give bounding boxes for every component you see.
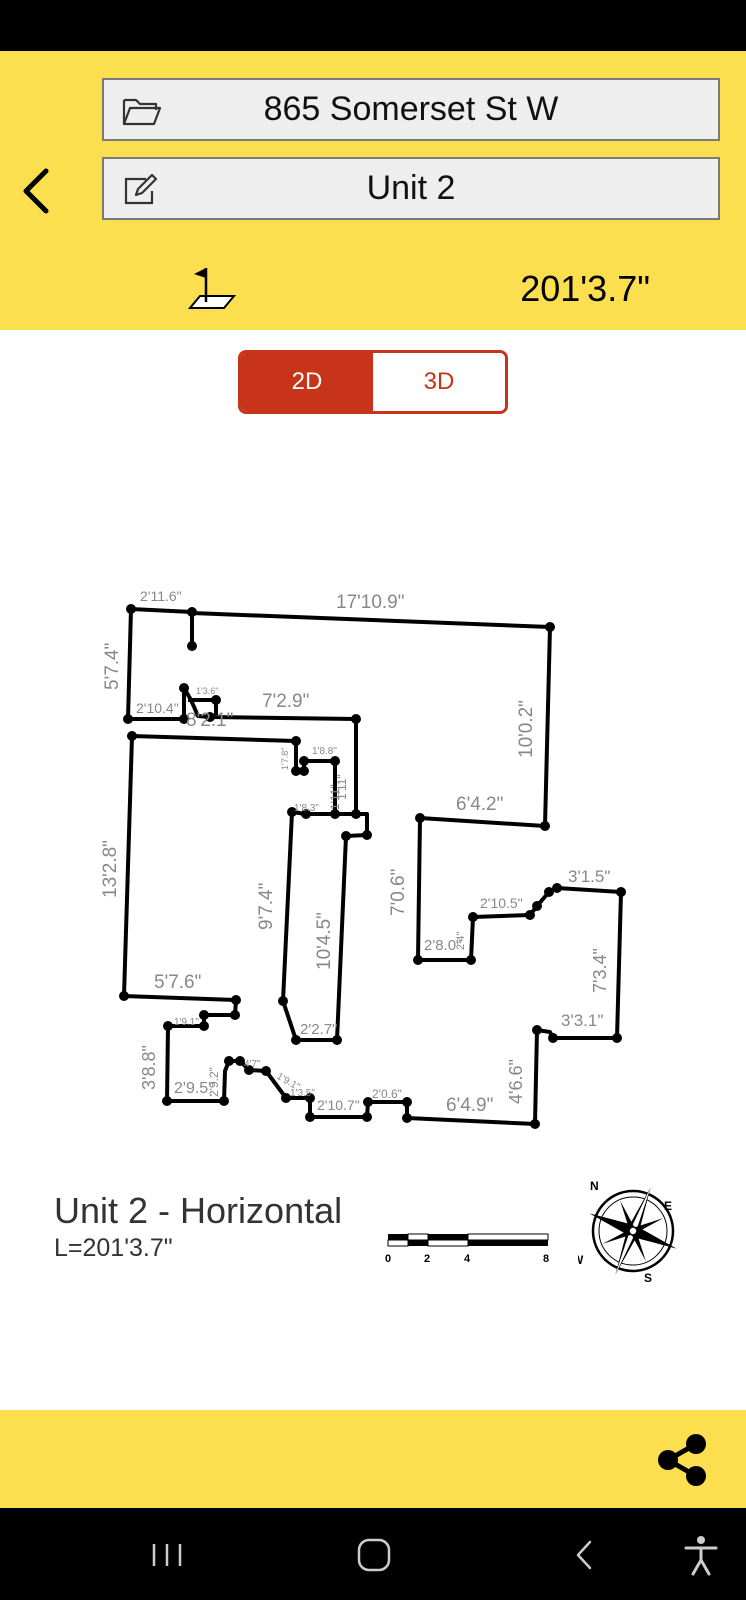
dim-label-small: 1'3.6"	[196, 686, 218, 696]
plan-dimension-labels: 2'11.6" 17'10.9" 5'7.4" 10'0.2" 7'2.9" 2…	[100, 588, 610, 1116]
dim-label-small: 1'3.5"	[290, 1088, 315, 1099]
total-length-value: 201'3.7"	[520, 268, 650, 309]
toggle-3d-button[interactable]: 3D	[373, 353, 505, 411]
floor-plan: 2'11.6" 17'10.9" 5'7.4" 10'0.2" 7'2.9" 2…	[100, 588, 626, 1129]
compass-n: N	[590, 1179, 599, 1193]
unit-field[interactable]: Unit 2	[102, 157, 720, 220]
scale-tick: 8	[543, 1253, 549, 1265]
dim-label: 6'4.9"	[446, 1095, 493, 1116]
dim-label: 2'0.6"	[372, 1087, 402, 1101]
unit-text: Unit 2	[366, 169, 456, 207]
scale-tick: 4	[464, 1253, 471, 1265]
scale-tick: 0	[385, 1253, 391, 1265]
status-bar	[0, 0, 746, 51]
dim-label: 2'11.6"	[140, 588, 182, 604]
dim-label: 3'1.5"	[568, 867, 610, 886]
dim-label-small: 2'4"	[455, 932, 467, 950]
view-toggle: 2D 3D	[238, 350, 508, 414]
edit-icon	[124, 173, 158, 205]
compass-e: E	[664, 1199, 672, 1213]
dim-label: 8'2.1"	[186, 710, 233, 731]
accessibility-icon[interactable]	[676, 1530, 726, 1580]
dim-label: 3'8.8"	[139, 1045, 159, 1090]
system-nav-bar	[0, 1508, 746, 1600]
dim-label: 13'2.8"	[100, 840, 121, 898]
plan-title: Unit 2 - Horizontal	[54, 1190, 343, 1231]
dim-label-small: 1'8.3"	[294, 803, 319, 814]
dim-label-small: 1'7.8"	[280, 748, 290, 770]
recent-apps-icon[interactable]	[142, 1530, 192, 1580]
dim-label: 17'10.9"	[336, 592, 405, 613]
dim-label: 7'0.6"	[388, 869, 409, 916]
dim-label: 7'3.4"	[590, 948, 610, 993]
home-icon[interactable]	[349, 1530, 399, 1580]
compass-w: W	[578, 1253, 584, 1267]
dim-label-small: 2'9.2"	[207, 1067, 221, 1097]
scale-bar: 0 2 4 8	[385, 1233, 549, 1265]
dim-label: 6'4.2"	[456, 794, 503, 815]
dim-label: 2'10.4"	[136, 700, 179, 716]
dim-label: 4'6.6"	[506, 1059, 526, 1104]
dim-label: 10'0.2"	[516, 700, 537, 758]
bottom-toolbar	[0, 1410, 746, 1508]
chevron-left-icon	[23, 168, 49, 214]
dim-label-small: 1'11"	[335, 774, 349, 800]
dim-label: 3'3.1"	[561, 1011, 603, 1030]
header: 865 Somerset St W Unit 2 201'3.7"	[0, 51, 746, 330]
address-text: 865 Somerset St W	[263, 90, 559, 128]
dim-label-small: 1'9.1"	[174, 1017, 199, 1028]
back-button[interactable]	[10, 161, 60, 221]
dim-label: 5'7.4"	[102, 643, 123, 690]
dim-label: 7'2.9"	[262, 691, 309, 712]
share-icon[interactable]	[654, 1432, 710, 1488]
compass-rose-icon: N E W S	[578, 1179, 677, 1285]
toggle-2d-button[interactable]: 2D	[241, 353, 373, 411]
plan-length: L=201'3.7"	[54, 1234, 173, 1262]
dim-label: 2'10.5"	[480, 895, 523, 911]
dim-label: 2'10.7"	[317, 1097, 360, 1113]
dim-label-small: 4'7"	[244, 1059, 261, 1070]
address-field[interactable]: 865 Somerset St W	[102, 78, 720, 141]
dim-label: 9'7.4"	[256, 883, 277, 930]
dim-label-small: 1'8.8"	[312, 746, 337, 757]
compass-s: S	[644, 1271, 652, 1285]
flag-icon	[187, 268, 236, 309]
dim-label: 2'2.7"	[300, 1021, 337, 1038]
scale-tick: 2	[424, 1253, 430, 1265]
dim-label: 5'7.6"	[154, 972, 201, 993]
folder-open-icon	[122, 98, 162, 126]
dim-label: 10'4.5"	[314, 912, 335, 970]
back-nav-icon[interactable]	[560, 1530, 610, 1580]
